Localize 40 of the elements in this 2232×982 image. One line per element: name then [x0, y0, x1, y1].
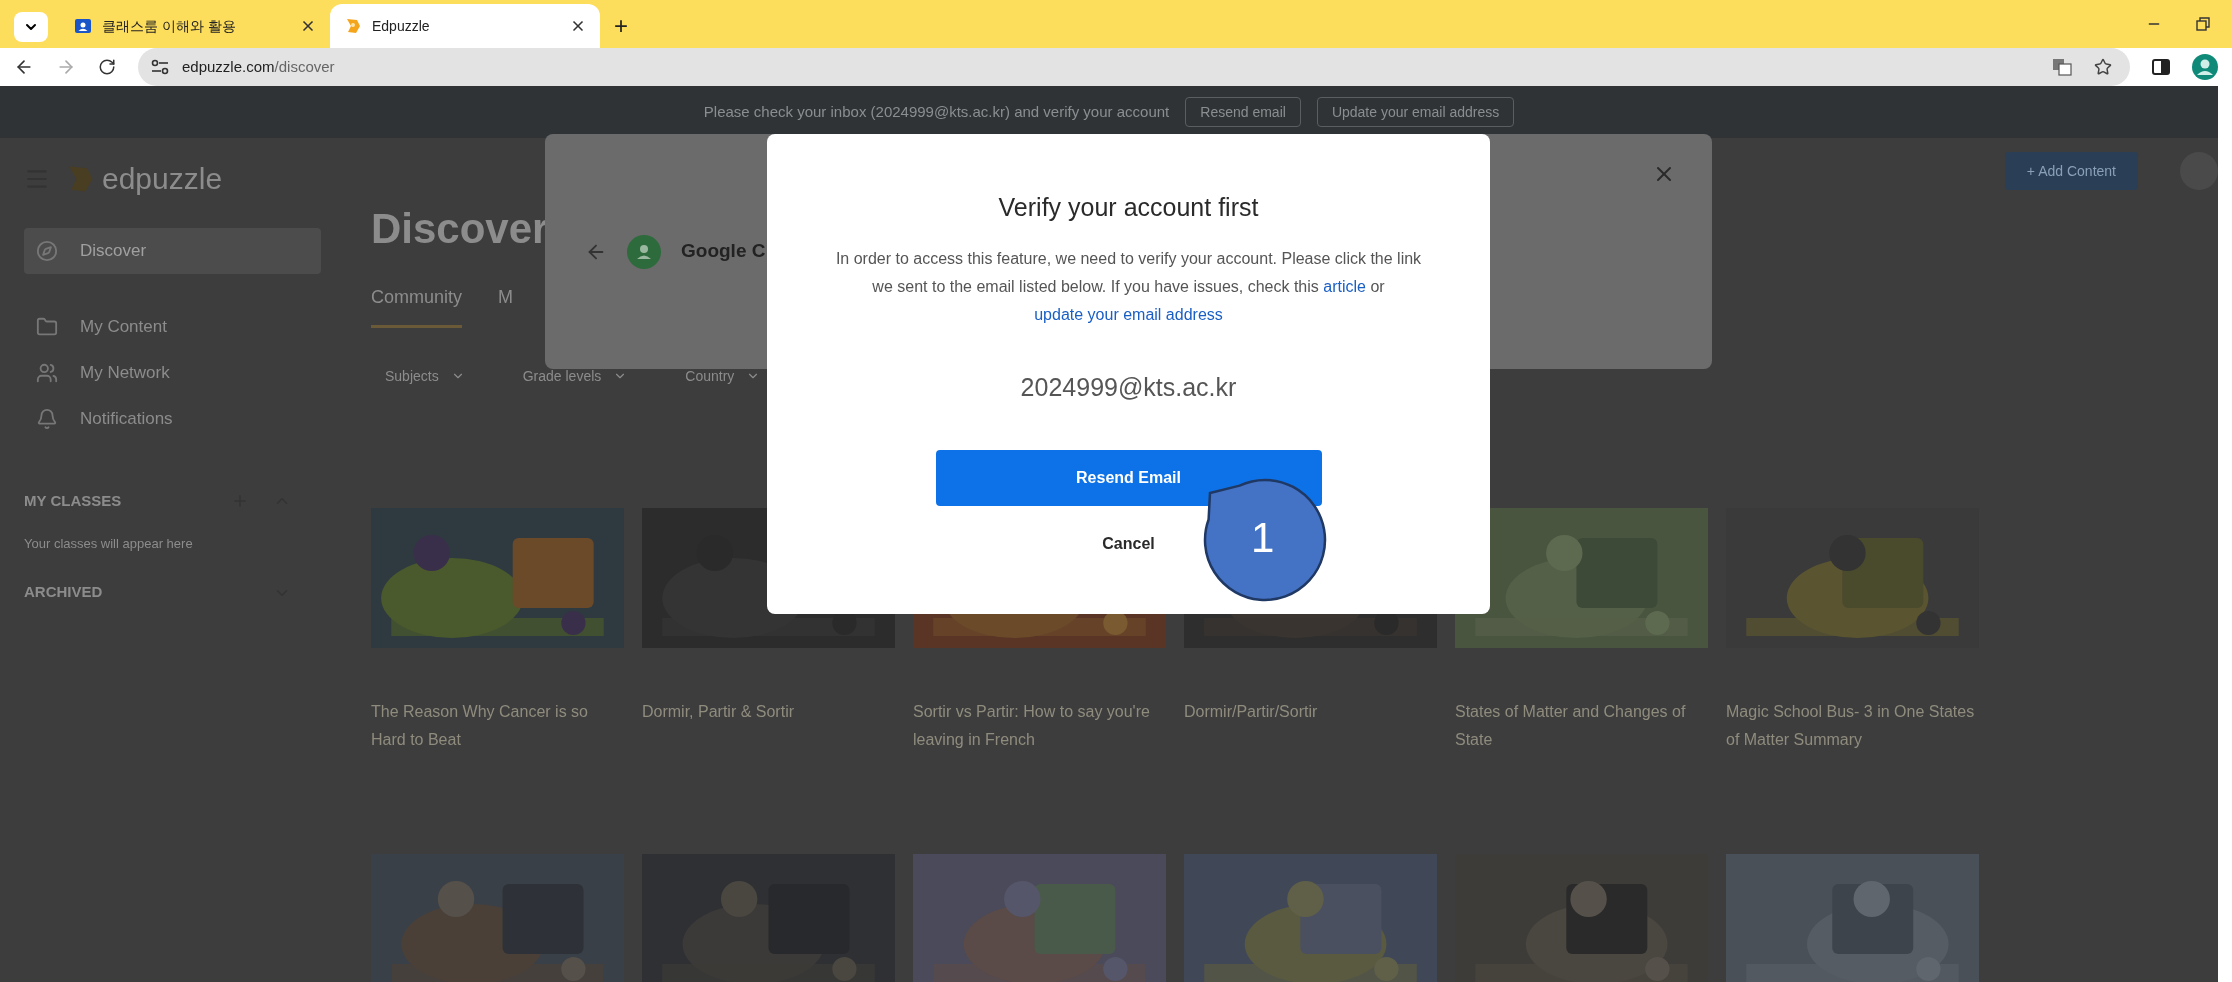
article-link[interactable]: article — [1323, 277, 1366, 295]
page-title: Discover — [371, 208, 549, 250]
video-title[interactable]: States of Matter and Changes of State — [1455, 698, 1708, 754]
sidebar-item[interactable]: Discover — [24, 228, 321, 274]
tab-title: Edpuzzle — [372, 16, 431, 36]
url-text: edpuzzle.com/discover — [182, 56, 335, 77]
dialog-message: In order to access this feature, we need to verify your account. Please click the link we sent to the email listed below. If you have issues, check this article or update your email address — [834, 248, 1423, 325]
email-address: 2024999@kts.ac.kr — [1020, 371, 1237, 403]
video-title[interactable]: Magic School Bus- 3 in One States of Matter Summary — [1726, 698, 1979, 754]
sidebar-item[interactable]: My Network — [24, 350, 321, 396]
cancel-button[interactable]: Cancel — [1082, 524, 1175, 564]
empty-classes-text: Your classes will appear here — [24, 535, 193, 553]
section-heading: ARCHIVED — [24, 582, 104, 603]
callout-number: 1 — [1251, 517, 1275, 559]
filter-dropdown[interactable]: Subjects — [371, 358, 479, 394]
logo-text: edpuzzle — [102, 164, 223, 194]
new-tab-button[interactable]: + — [600, 4, 642, 48]
browser-tab[interactable]: Edpuzzle — [330, 4, 600, 48]
content-tab[interactable]: M — [498, 284, 514, 328]
filter-dropdown[interactable]: Country — [671, 358, 775, 394]
filter-dropdown[interactable]: Grade levels — [508, 358, 642, 394]
dialog-heading: Google C — [681, 239, 766, 264]
address-bar[interactable]: edpuzzle.com/discover — [138, 48, 2130, 86]
browser-tab[interactable]: 클래스룸 이해와 활용 — [60, 4, 330, 48]
sidebar-item[interactable]: My Content — [24, 304, 321, 350]
content-tab[interactable]: Community — [371, 284, 463, 328]
add-content-button[interactable]: + Add Content — [2004, 152, 2138, 190]
section-heading: MY CLASSES — [24, 490, 123, 511]
banner-button[interactable]: Resend email — [1185, 97, 1301, 127]
sidebar-item[interactable]: Notifications — [24, 396, 321, 442]
video-title[interactable]: Dormir, Partir & Sortir — [642, 698, 794, 726]
dialog-title: Verify your account first — [998, 192, 1259, 223]
update-email-link[interactable]: update your email address — [1034, 305, 1223, 323]
resend-email-button[interactable]: Resend Email — [935, 450, 1322, 506]
tab-title: 클래스룸 이해와 활용 — [102, 16, 237, 36]
video-title[interactable]: Dormir/Partir/Sortir — [1184, 698, 1318, 726]
video-title[interactable]: Sortir vs Partir: How to say you're leaving in French — [913, 698, 1166, 754]
banner-text: Please check your inbox (2024999@kts.ac.kr) and verify your account — [703, 101, 1170, 122]
video-title[interactable]: The Reason Why Cancer is so Hard to Beat — [371, 698, 624, 754]
banner-button[interactable]: Update your email address — [1316, 97, 1515, 127]
